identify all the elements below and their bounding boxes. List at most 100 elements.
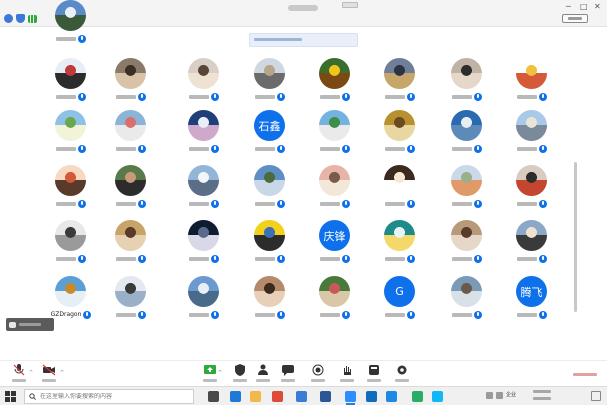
task-view-icon[interactable]	[208, 391, 219, 402]
participant-name-row	[502, 254, 562, 263]
gallery-scrollbar[interactable]	[574, 162, 577, 312]
participant-avatar: 腾飞	[516, 276, 547, 307]
participant-tile[interactable]	[174, 110, 234, 160]
participant-tile[interactable]	[502, 220, 562, 270]
participant-tile[interactable]	[502, 165, 562, 215]
input-language-indicator[interactable]: 企业	[506, 392, 516, 399]
participant-status-icon	[407, 144, 415, 153]
participant-name	[517, 312, 537, 317]
participant-status-icon	[539, 254, 547, 263]
taskbar-search-box[interactable]	[24, 389, 194, 404]
chat-preview-chip[interactable]	[6, 318, 54, 331]
participant-tile[interactable]	[174, 58, 234, 108]
participant-tile[interactable]	[240, 276, 300, 326]
participant-status-icon	[474, 254, 482, 263]
toolbar-settings-button[interactable]	[389, 364, 415, 386]
participant-status-icon	[138, 199, 146, 208]
toolbar-label	[256, 379, 270, 382]
chrome-icon[interactable]	[272, 391, 283, 402]
participant-tile[interactable]: 石鑫	[240, 110, 300, 160]
participant-tile[interactable]	[305, 58, 365, 108]
chat-app-icon[interactable]	[432, 391, 443, 402]
participant-tile[interactable]	[101, 58, 161, 108]
toolbar-app-button[interactable]	[361, 364, 387, 386]
participant-tile[interactable]	[41, 58, 101, 108]
participant-avatar	[451, 165, 482, 196]
participant-tile[interactable]	[41, 110, 101, 160]
participant-tile[interactable]	[174, 165, 234, 215]
participant-tile[interactable]	[437, 110, 497, 160]
participant-tile[interactable]	[41, 0, 101, 50]
participant-tile[interactable]	[305, 165, 365, 215]
participant-name-row	[174, 144, 234, 153]
participant-tile[interactable]	[41, 220, 101, 270]
participant-status-icon	[78, 254, 86, 263]
word-icon[interactable]	[320, 391, 331, 402]
participant-name	[56, 146, 76, 151]
windows-start-icon[interactable]	[5, 391, 16, 402]
toolbar-label	[395, 379, 409, 382]
outlook-icon[interactable]	[366, 391, 377, 402]
folder-icon[interactable]	[250, 391, 261, 402]
participant-tile[interactable]	[174, 220, 234, 270]
toolbar-record-button[interactable]	[305, 364, 331, 386]
participant-tile[interactable]	[370, 220, 430, 270]
taskbar-search-input[interactable]	[40, 393, 190, 400]
network-tray-icon[interactable]	[486, 392, 493, 399]
participant-tile[interactable]	[437, 58, 497, 108]
chevron-up-icon[interactable]: ^	[60, 370, 64, 376]
participant-avatar	[188, 58, 219, 89]
taskbar-clock[interactable]	[528, 389, 556, 403]
store-icon[interactable]	[296, 391, 307, 402]
participant-tile[interactable]	[41, 165, 101, 215]
participant-tile[interactable]	[101, 110, 161, 160]
participant-avatar: 庆锋	[319, 220, 350, 251]
chevron-up-icon[interactable]: ^	[29, 370, 33, 376]
volume-tray-icon[interactable]	[496, 392, 503, 399]
participant-tile[interactable]: 庆锋	[305, 220, 365, 270]
toolbar-raise-hand-button[interactable]	[334, 364, 360, 386]
toolbar-chat-button[interactable]	[275, 364, 301, 386]
email-icon[interactable]	[386, 391, 397, 402]
meeting-app-icon[interactable]	[345, 391, 356, 405]
participant-tile[interactable]	[101, 165, 161, 215]
toolbar-participants-button[interactable]	[250, 364, 276, 386]
participant-tile[interactable]	[502, 58, 562, 108]
participant-tile[interactable]	[305, 110, 365, 160]
participant-name	[385, 256, 405, 261]
participant-tile[interactable]	[370, 110, 430, 160]
participant-tile[interactable]	[437, 276, 497, 326]
chevron-up-icon[interactable]: ^	[218, 370, 222, 376]
avatar-initials: G	[395, 285, 404, 298]
participant-tile[interactable]	[240, 165, 300, 215]
chat-bubble-icon	[9, 321, 16, 328]
participant-tile[interactable]	[437, 165, 497, 215]
notification-center-icon[interactable]	[591, 391, 601, 401]
end-meeting-button[interactable]	[566, 370, 604, 380]
participant-name-row	[101, 254, 161, 263]
participant-tile[interactable]	[240, 220, 300, 270]
participant-name-row	[41, 254, 101, 263]
chat-icon	[282, 365, 294, 376]
participant-name-row	[370, 144, 430, 153]
participant-tile[interactable]	[101, 220, 161, 270]
participant-name-row	[502, 199, 562, 208]
participant-avatar	[516, 58, 547, 89]
participant-status-icon	[277, 92, 285, 101]
participant-tile[interactable]	[174, 276, 234, 326]
toolbar-video-off-button[interactable]	[36, 364, 62, 386]
wechat-icon[interactable]	[412, 391, 423, 402]
participant-tile[interactable]	[502, 110, 562, 160]
participant-tile[interactable]: 腾飞	[502, 276, 562, 326]
toolbar-label	[340, 379, 354, 382]
participant-tile[interactable]	[240, 58, 300, 108]
participant-tile[interactable]	[370, 58, 430, 108]
participant-tile[interactable]: G	[370, 276, 430, 326]
participant-tile[interactable]	[437, 220, 497, 270]
participant-tile[interactable]	[101, 276, 161, 326]
participant-name	[452, 146, 472, 151]
participant-tile[interactable]	[305, 276, 365, 326]
participant-tile[interactable]	[370, 165, 430, 215]
edge-icon[interactable]	[230, 391, 241, 402]
participant-avatar	[384, 165, 415, 196]
